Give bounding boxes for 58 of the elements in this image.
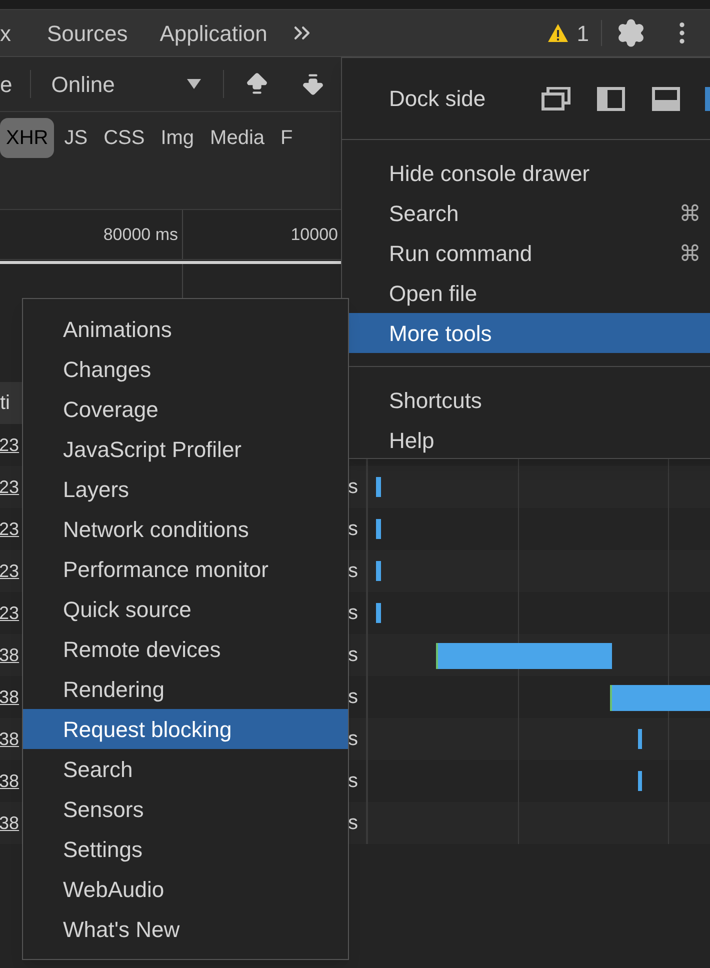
submenu-item[interactable]: Layers bbox=[23, 469, 348, 509]
filter-chip[interactable]: XHR bbox=[0, 118, 54, 158]
warning-count[interactable]: 1 bbox=[576, 16, 589, 50]
timeline-tick: 80000 ms bbox=[103, 224, 178, 246]
submenu-item[interactable]: Performance monitor bbox=[23, 549, 348, 589]
submenu-item[interactable]: Search bbox=[23, 749, 348, 789]
submenu-item[interactable]: WebAudio bbox=[23, 869, 348, 909]
request-link[interactable]: 38 bbox=[0, 684, 20, 710]
filter-chip[interactable]: F bbox=[274, 118, 299, 158]
throttling-dropdown[interactable]: Online bbox=[51, 68, 202, 100]
dock-side-label: Dock side bbox=[389, 85, 487, 113]
undock-icon[interactable] bbox=[541, 86, 571, 110]
submenu-item[interactable]: Sensors bbox=[23, 789, 348, 829]
timeline-tick: 10000 bbox=[290, 224, 338, 246]
filter-chip[interactable]: CSS bbox=[98, 118, 151, 158]
filter-chip[interactable]: Media bbox=[204, 118, 271, 158]
submenu-item[interactable]: Remote devices bbox=[23, 629, 348, 669]
request-link[interactable]: 23 bbox=[0, 600, 20, 626]
dock-bottom-icon[interactable] bbox=[652, 86, 680, 110]
column-header: ti bbox=[0, 391, 10, 416]
request-link[interactable]: 38 bbox=[0, 768, 20, 794]
table-cell-text: s bbox=[348, 559, 358, 584]
toolbar-label: e bbox=[0, 70, 12, 98]
submenu-item[interactable]: Changes bbox=[23, 349, 348, 389]
caret-icon bbox=[187, 79, 202, 89]
submenu-item[interactable]: Quick source bbox=[23, 589, 348, 629]
request-link[interactable]: 38 bbox=[0, 642, 20, 668]
request-link[interactable]: 23 bbox=[0, 432, 20, 458]
request-link[interactable]: 38 bbox=[0, 810, 20, 836]
submenu-item[interactable]: Coverage bbox=[23, 389, 348, 429]
filter-chip[interactable]: Img bbox=[154, 118, 200, 158]
menu-item[interactable]: Search ⌘ bbox=[342, 193, 710, 233]
submenu-item[interactable]: Network conditions bbox=[23, 509, 348, 549]
warning-icon[interactable] bbox=[546, 23, 569, 43]
request-link[interactable]: 23 bbox=[0, 516, 20, 542]
submenu-item[interactable]: Request blocking bbox=[23, 709, 348, 749]
panel-tab[interactable]: x bbox=[0, 10, 31, 56]
request-link[interactable]: 23 bbox=[0, 474, 20, 500]
menu-item[interactable]: Hide console drawer bbox=[342, 153, 710, 193]
table-cell-text: s bbox=[348, 769, 358, 794]
table-cell-text: s bbox=[348, 811, 358, 836]
request-link[interactable]: 23 bbox=[0, 558, 20, 584]
panel-tab[interactable]: Application bbox=[144, 10, 284, 56]
table-cell-text: s bbox=[348, 475, 358, 500]
panel-tab[interactable]: Sources bbox=[31, 10, 144, 56]
submenu-item[interactable]: What's New bbox=[23, 909, 348, 949]
menu-item[interactable]: Run command ⌘ bbox=[342, 233, 710, 273]
submenu-item[interactable]: JavaScript Profiler bbox=[23, 429, 348, 469]
table-cell-text: s bbox=[348, 727, 358, 752]
request-link[interactable]: 38 bbox=[0, 726, 20, 752]
table-cell-text: s bbox=[348, 517, 358, 542]
table-cell-text: s bbox=[348, 685, 358, 710]
dock-left-icon[interactable] bbox=[597, 86, 625, 110]
submenu-item[interactable]: Rendering bbox=[23, 669, 348, 709]
table-cell-text: s bbox=[348, 601, 358, 626]
submenu-item[interactable]: Settings bbox=[23, 829, 348, 869]
table-cell-text: s bbox=[348, 643, 358, 668]
filter-chip[interactable]: JS bbox=[58, 118, 94, 158]
